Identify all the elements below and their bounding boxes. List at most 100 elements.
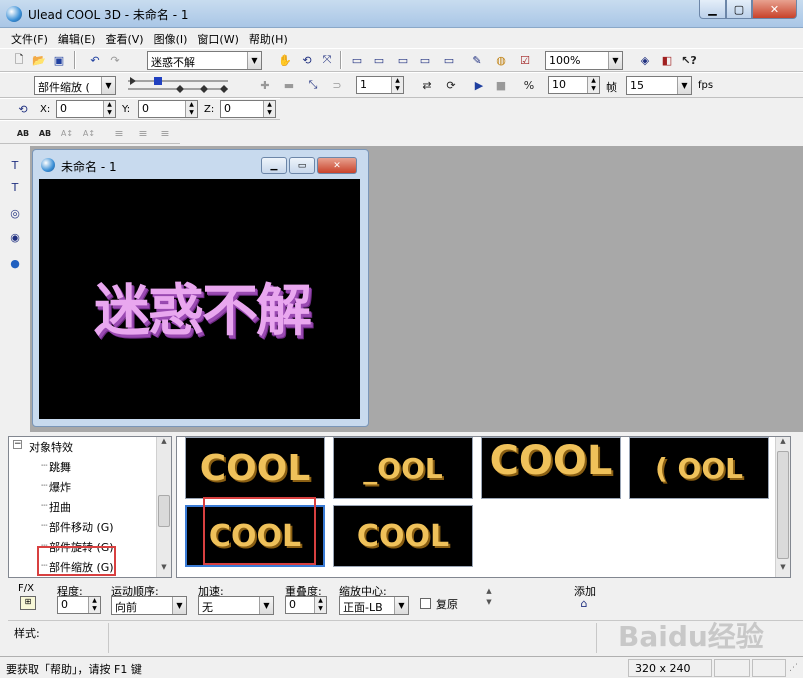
- bevel-4-icon[interactable]: ▭: [416, 51, 434, 69]
- spinner-icon[interactable]: ▲ ▼: [391, 77, 403, 93]
- zoom-combo[interactable]: 100% ▼: [545, 51, 623, 70]
- doc-minimize-button[interactable]: ▁: [261, 157, 287, 174]
- spinner-icon[interactable]: ▲ ▼: [587, 77, 599, 93]
- chevron-down-icon[interactable]: ▼: [101, 77, 115, 94]
- line-spacing-icon[interactable]: A↕: [58, 124, 76, 142]
- menu-view[interactable]: 查看(V): [100, 28, 148, 48]
- chevron-down-icon[interactable]: ▼: [394, 597, 408, 614]
- hand-icon[interactable]: ✋: [276, 51, 294, 69]
- spinner-icon[interactable]: ▲ ▼: [103, 101, 115, 117]
- reverse-key-icon[interactable]: ⤡: [304, 76, 322, 94]
- close-button[interactable]: ✕: [752, 0, 797, 19]
- context-help-icon[interactable]: ↖?: [680, 51, 698, 69]
- menu-file[interactable]: 文件(F): [6, 28, 53, 48]
- fx-icon[interactable]: ⊞: [20, 596, 36, 610]
- export-icon[interactable]: ◈: [636, 51, 654, 69]
- scroll-up-icon[interactable]: ▲: [158, 437, 170, 449]
- undo-icon[interactable]: ↶: [86, 51, 104, 69]
- resize-grip-icon[interactable]: ⋰: [789, 663, 801, 675]
- thumbnail[interactable]: COOL: [333, 505, 473, 567]
- char-spacing-icon[interactable]: AB: [14, 124, 32, 142]
- gallery-scrollbar[interactable]: ▲ ▼: [775, 437, 790, 577]
- doc-close-button[interactable]: ✕: [317, 157, 357, 174]
- time-percent-icon[interactable]: %: [520, 76, 538, 94]
- tree-item[interactable]: 跳舞: [49, 459, 71, 475]
- spinner-icon[interactable]: ▲ ▼: [263, 101, 275, 117]
- scroll-up-icon[interactable]: ▲: [777, 437, 789, 449]
- redo-icon[interactable]: ↷: [106, 51, 124, 69]
- light-icon[interactable]: ✎: [468, 51, 486, 69]
- canvas-3d-text[interactable]: 迷惑不解: [94, 266, 312, 347]
- web-export-icon[interactable]: ◧: [658, 51, 676, 69]
- frame-spin[interactable]: 1 ▲ ▼: [356, 76, 404, 94]
- add-to-gallery-icon[interactable]: ⌂: [576, 597, 592, 611]
- minimize-button[interactable]: ▁: [699, 0, 726, 19]
- bevel-5-icon[interactable]: ▭: [440, 51, 458, 69]
- x-spin[interactable]: 0 ▲ ▼: [56, 100, 116, 118]
- frames-spin[interactable]: 10 ▲ ▼: [548, 76, 600, 94]
- loop-icon[interactable]: ⊃: [328, 76, 346, 94]
- check-icon[interactable]: ☑: [516, 51, 534, 69]
- new-file-icon[interactable]: 🗋: [10, 51, 28, 69]
- chevron-down-icon[interactable]: ▼: [677, 77, 691, 94]
- remove-key-icon[interactable]: ▬: [280, 76, 298, 94]
- resize-object-icon[interactable]: ⤧: [318, 51, 336, 69]
- edit-shape-icon[interactable]: ◉: [6, 228, 24, 246]
- y-spin[interactable]: 0 ▲ ▼: [138, 100, 198, 118]
- thumbnail[interactable]: ( OOL: [629, 437, 769, 499]
- align-center-icon[interactable]: ≡: [134, 124, 152, 142]
- line-spacing-2-icon[interactable]: A↕: [80, 124, 98, 142]
- stop-icon[interactable]: ■: [492, 76, 510, 94]
- thumbnail[interactable]: COOL: [481, 437, 621, 499]
- edit-text-icon[interactable]: T: [6, 178, 24, 196]
- z-spin[interactable]: 0 ▲ ▼: [220, 100, 276, 118]
- spinner-icon[interactable]: ▲ ▼: [88, 597, 100, 613]
- doc-maximize-button[interactable]: ▭: [289, 157, 315, 174]
- insert-object-icon[interactable]: ●: [6, 254, 24, 272]
- play-icon[interactable]: ▶: [470, 76, 488, 94]
- tree-collapse-icon[interactable]: −: [13, 440, 22, 449]
- scroll-down-icon[interactable]: ▼: [777, 563, 789, 575]
- thumbnail[interactable]: COOL: [185, 437, 325, 499]
- thumbnail[interactable]: _OOL: [333, 437, 473, 499]
- char-spacing-2-icon[interactable]: AB: [36, 124, 54, 142]
- menu-window[interactable]: 窗口(W): [192, 28, 243, 48]
- tree-item[interactable]: 扭曲: [49, 499, 71, 515]
- scroll-thumb[interactable]: [777, 451, 789, 559]
- bevel-2-icon[interactable]: ▭: [370, 51, 388, 69]
- restore-checkbox[interactable]: [420, 598, 431, 609]
- insert-text-icon[interactable]: T: [6, 156, 24, 174]
- insert-shape-icon[interactable]: ◎: [6, 204, 24, 222]
- tree-scrollbar[interactable]: ▲ ▼: [156, 437, 171, 577]
- ping-pong-icon[interactable]: ⇄: [418, 76, 436, 94]
- bevel-1-icon[interactable]: ▭: [348, 51, 366, 69]
- scroll-down-icon[interactable]: ▼: [158, 563, 170, 575]
- overlap-spin[interactable]: 0 ▲ ▼: [285, 596, 327, 614]
- menu-image[interactable]: 图像(I): [149, 28, 193, 48]
- accel-combo[interactable]: 无 ▼: [198, 596, 274, 615]
- menu-edit[interactable]: 编辑(E): [53, 28, 101, 48]
- add-key-icon[interactable]: ✚: [256, 76, 274, 94]
- position-icon[interactable]: ⟲: [14, 100, 32, 118]
- fps-combo[interactable]: 15 ▼: [626, 76, 692, 95]
- scroll-thumb[interactable]: [158, 495, 170, 527]
- text-combo[interactable]: 迷惑不解 ▼: [147, 51, 262, 70]
- bevel-3-icon[interactable]: ▭: [394, 51, 412, 69]
- chevron-down-icon[interactable]: ▼: [259, 597, 273, 614]
- chevron-down-icon[interactable]: ▼: [608, 52, 622, 69]
- props-scroll-icon[interactable]: ▲ ▼: [484, 586, 494, 612]
- order-combo[interactable]: 向前 ▼: [111, 596, 187, 615]
- effect-combo[interactable]: 部件缩放 ( ▼: [34, 76, 116, 95]
- tree-root[interactable]: 对象特效: [29, 439, 73, 455]
- chevron-down-icon[interactable]: ▼: [172, 597, 186, 614]
- menu-help[interactable]: 帮助(H): [244, 28, 293, 48]
- maximize-button[interactable]: ▢: [726, 0, 752, 19]
- align-left-icon[interactable]: ≡: [110, 124, 128, 142]
- globe-icon[interactable]: ◍: [492, 51, 510, 69]
- open-folder-icon[interactable]: 📂: [30, 51, 48, 69]
- spinner-icon[interactable]: ▲ ▼: [314, 597, 326, 613]
- loop-play-icon[interactable]: ⟳: [442, 76, 460, 94]
- keyframe-slider[interactable]: [124, 75, 234, 97]
- rotate-object-icon[interactable]: ⟲: [298, 51, 316, 69]
- chevron-down-icon[interactable]: ▼: [247, 52, 261, 69]
